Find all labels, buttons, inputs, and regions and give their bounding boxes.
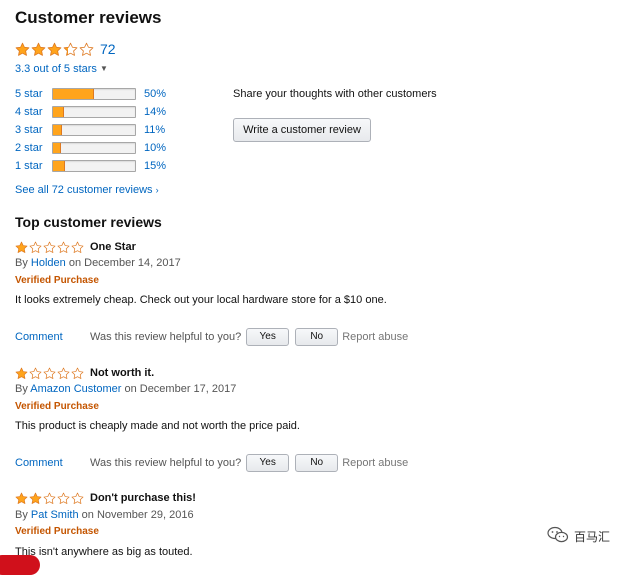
average-rating-dropdown[interactable]: 3.3 out of 5 stars ▼ — [15, 63, 108, 75]
star-icon — [63, 42, 78, 57]
star-icon — [29, 492, 42, 505]
watermark-text: 百马汇 — [574, 530, 611, 544]
star-icon — [71, 492, 84, 505]
star-icon — [31, 42, 46, 57]
review-title-link[interactable]: Don't purchase this! — [90, 492, 196, 504]
review-body: This product is cheaply made and not wor… — [15, 420, 300, 432]
histogram-bar — [52, 142, 136, 154]
wechat-icon — [547, 526, 574, 547]
review-byline: By Amazon Customer on December 17, 2017 — [15, 383, 236, 395]
histogram-label: 3 star — [15, 124, 43, 136]
watermark: 百马汇 — [547, 526, 610, 547]
histogram-bar-fill — [53, 107, 65, 117]
histogram-row-1-star[interactable]: 1 star 15% — [15, 159, 166, 173]
caret-down-icon: ▼ — [99, 64, 108, 73]
star-icon — [29, 367, 42, 380]
write-review-button[interactable]: Write a customer review — [233, 118, 371, 142]
by-prefix: By — [15, 257, 28, 269]
star-icon — [43, 492, 56, 505]
histogram-percent: 11% — [144, 124, 166, 136]
histogram-bar-fill — [53, 143, 62, 153]
star-icon — [43, 241, 56, 254]
helpful-no-button[interactable]: No — [295, 454, 339, 472]
star-icon — [15, 42, 30, 57]
corner-badge — [0, 555, 40, 575]
review-author-link[interactable]: Pat Smith — [31, 509, 79, 521]
star-icon — [47, 42, 62, 57]
review-rating-stars[interactable]: Don't purchase this! — [15, 491, 196, 505]
review-byline: By Pat Smith on November 29, 2016 — [15, 509, 194, 521]
review-body: This isn't anywhere as big as touted. — [15, 546, 193, 558]
star-icon — [43, 367, 56, 380]
review-author-link[interactable]: Amazon Customer — [30, 383, 121, 395]
by-prefix: By — [15, 509, 28, 521]
histogram-bar — [52, 124, 136, 136]
review-rating-stars[interactable]: Not worth it. — [15, 366, 154, 380]
review-byline: By Holden on December 14, 2017 — [15, 257, 181, 269]
histogram-label: 4 star — [15, 106, 43, 118]
histogram-row-4-star[interactable]: 4 star 14% — [15, 105, 166, 119]
top-reviews-heading: Top customer reviews — [15, 214, 162, 230]
see-all-reviews-label: See all 72 customer reviews — [15, 184, 153, 196]
histogram-percent: 15% — [144, 160, 167, 172]
histogram-row-5-star[interactable]: 5 star 50% — [15, 87, 166, 101]
star-icon — [57, 241, 70, 254]
review-author-link[interactable]: Holden — [31, 257, 66, 269]
star-icon — [71, 367, 84, 380]
review-actions: Comment Was this review helpful to you? … — [15, 453, 408, 473]
star-icon — [29, 241, 42, 254]
review-title-link[interactable]: One Star — [90, 241, 136, 253]
star-icon — [15, 492, 28, 505]
review-rating-stars[interactable]: One Star — [15, 240, 136, 254]
helpful-no-button[interactable]: No — [295, 328, 339, 346]
helpful-question: Was this review helpful to you? — [90, 457, 242, 469]
review-date: on December 17, 2017 — [124, 383, 237, 395]
review-date: on November 29, 2016 — [81, 509, 194, 521]
review-date: on December 14, 2017 — [68, 257, 181, 269]
histogram-percent: 10% — [144, 142, 167, 154]
histogram-bar — [52, 106, 136, 118]
comment-link[interactable]: Comment — [15, 457, 90, 469]
star-icon — [57, 492, 70, 505]
star-icon — [71, 241, 84, 254]
star-icon — [15, 241, 28, 254]
star-icon — [57, 367, 70, 380]
helpful-yes-button[interactable]: Yes — [246, 454, 290, 472]
histogram-row-3-star[interactable]: 3 star 11% — [15, 123, 165, 137]
histogram-label: 1 star — [15, 160, 43, 172]
verified-purchase-badge: Verified Purchase — [15, 401, 99, 412]
by-prefix: By — [15, 383, 28, 395]
histogram-bar — [52, 88, 136, 100]
histogram-percent: 14% — [144, 106, 167, 118]
chevron-right-icon: › — [155, 185, 159, 195]
histogram-label: 5 star — [15, 88, 43, 100]
star-icon — [15, 367, 28, 380]
share-thoughts-prompt: Share your thoughts with other customers — [233, 88, 437, 100]
report-abuse-link[interactable]: Report abuse — [342, 457, 408, 469]
histogram-bar — [52, 160, 136, 172]
page-title: Customer reviews — [15, 8, 162, 27]
verified-purchase-badge: Verified Purchase — [15, 526, 99, 537]
histogram-bar-fill — [53, 89, 94, 99]
average-rating-text: 3.3 out of 5 stars — [15, 63, 97, 75]
histogram-bar-fill — [53, 161, 66, 171]
review-actions: Comment Was this review helpful to you? … — [15, 327, 408, 347]
histogram-row-2-star[interactable]: 2 star 10% — [15, 141, 166, 155]
comment-link[interactable]: Comment — [15, 331, 90, 343]
histogram-percent: 50% — [144, 88, 167, 100]
review-body: It looks extremely cheap. Check out your… — [15, 294, 387, 306]
report-abuse-link[interactable]: Report abuse — [342, 331, 408, 343]
helpful-yes-button[interactable]: Yes — [246, 328, 290, 346]
average-rating-stars[interactable]: 72 — [15, 40, 116, 58]
verified-purchase-badge: Verified Purchase — [15, 275, 99, 286]
star-icon — [79, 42, 94, 57]
total-review-count-link[interactable]: 72 — [100, 41, 116, 57]
histogram-bar-fill — [53, 125, 63, 135]
histogram-label: 2 star — [15, 142, 43, 154]
see-all-reviews-link[interactable]: See all 72 customer reviews › — [15, 184, 159, 196]
helpful-question: Was this review helpful to you? — [90, 331, 242, 343]
review-title-link[interactable]: Not worth it. — [90, 367, 154, 379]
